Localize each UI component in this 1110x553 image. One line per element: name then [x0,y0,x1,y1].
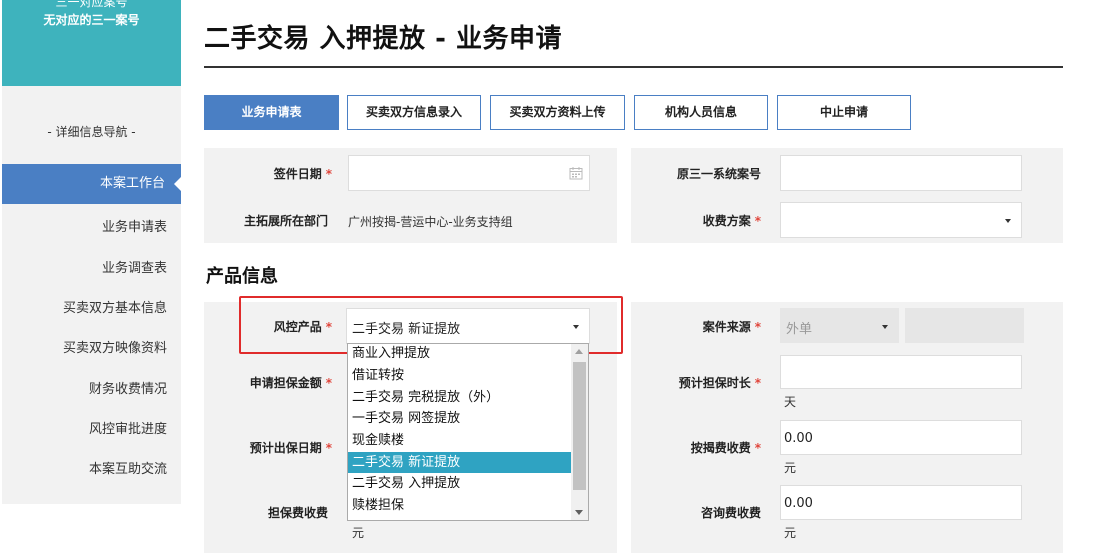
dropdown-option[interactable]: 借证转按 [348,365,572,386]
product-section-title: 产品信息 [206,266,278,287]
sidebar-item-survey-form[interactable]: 业务调查表 [102,257,167,276]
scroll-down-icon[interactable] [575,510,583,515]
dropdown-option[interactable]: 二手交易 入押提放 [348,473,572,494]
dept-label: 主拓展所在部门 [243,214,328,228]
sidebar-item-parties-images[interactable]: 买卖双方映像资料 [63,337,167,356]
case-number-line1: 三一对应案号 [55,0,128,9]
guarantee-duration-input[interactable] [780,355,1022,389]
sidebar-item-parties-info[interactable]: 买卖双方基本信息 [63,297,167,316]
risk-product-dropdown-list[interactable]: 商业入押提放 借证转按 二手交易 完税提放（外） 一手交易 网签提放 现金赎楼 … [347,343,589,521]
fee-plan-label: 收费方案 * [702,214,761,228]
nav-title: - 详细信息导航 - [47,125,136,139]
case-number-line2: 无对应的三一案号 [43,13,140,27]
tab-parties-upload[interactable]: 买卖双方资料上传 [490,95,625,130]
consult-fee-input[interactable]: 0.00 [780,485,1022,520]
dropdown-option-selected[interactable]: 二手交易 新证提放 [348,452,572,473]
calendar-icon[interactable] [569,166,583,180]
guarantee-duration-label: 预计担保时长 * [678,376,761,390]
tab-suspend-request[interactable]: 中止申请 [777,95,911,130]
sign-date-label: 签件日期 * [273,167,332,181]
duration-unit: 天 [784,395,797,409]
sidebar-item-case-workbench[interactable]: 本案工作台 [2,164,181,204]
guarantee-fee-unit: 元 [352,526,365,540]
guarantee-date-label: 预计出保日期 * [249,441,332,455]
mortgage-fee-input[interactable]: 0.00 [780,420,1022,455]
chevron-down-icon [882,325,888,329]
sign-date-input[interactable] [348,155,590,191]
mortgage-fee-value: 0.00 [784,431,813,446]
tab-parties-entry[interactable]: 买卖双方信息录入 [347,95,481,130]
dropdown-option[interactable]: 商业入押提放 [348,344,572,364]
consult-fee-label: 咨询费收费 [700,506,761,520]
guarantee-amount-label: 申请担保金额 * [249,376,332,390]
tab-agency-staff[interactable]: 机构人员信息 [634,95,768,130]
scroll-up-icon[interactable] [575,349,583,354]
orig-case-input[interactable] [780,155,1022,191]
case-source-label: 案件来源 * [702,320,761,334]
sidebar-item-risk-approval[interactable]: 风控审批进度 [89,418,167,437]
detail-nav: - 详细信息导航 - 本案工作台 业务申请表 业务调查表 买卖双方基本信息 买卖… [2,86,181,504]
page-title: 二手交易 入押提放 - 业务申请 [204,24,562,54]
dropdown-scrollbar[interactable] [571,344,588,520]
dropdown-option[interactable]: 一手交易 网签提放 [348,408,572,429]
chevron-down-icon [1005,219,1011,223]
title-divider [204,66,1063,68]
case-source-value: 外单 [786,322,813,337]
consult-fee-unit: 元 [784,526,797,540]
case-source-select[interactable]: 外单 [780,308,899,343]
mortgage-fee-label: 按揭费收费 * [690,441,761,455]
orig-case-label: 原三一系统案号 [676,167,761,181]
mortgage-fee-unit: 元 [784,461,797,475]
case-source-detail-input[interactable] [905,308,1024,343]
case-number-header: 三一对应案号 无对应的三一案号 [2,0,181,86]
consult-fee-value: 0.00 [784,496,813,511]
tab-application-form[interactable]: 业务申请表 [204,95,339,130]
sidebar-item-finance-fees[interactable]: 财务收费情况 [89,378,167,397]
guarantee-fee-label: 担保费收费 [267,506,328,520]
dropdown-option[interactable]: 现金赎楼 [348,430,572,451]
sidebar-item-application-form[interactable]: 业务申请表 [102,216,167,235]
dept-value: 广州按揭-营运中心-业务支持组 [348,215,513,229]
dropdown-option[interactable]: 二手交易 完税提放（外） [348,387,572,408]
scrollbar-thumb[interactable] [573,362,586,490]
dropdown-option[interactable]: 赎楼担保 [348,495,572,516]
fee-plan-select[interactable] [780,202,1022,238]
sidebar: 三一对应案号 无对应的三一案号 - 详细信息导航 - 本案工作台 业务申请表 业… [0,0,181,553]
sidebar-item-case-discussion[interactable]: 本案互助交流 [89,458,167,477]
